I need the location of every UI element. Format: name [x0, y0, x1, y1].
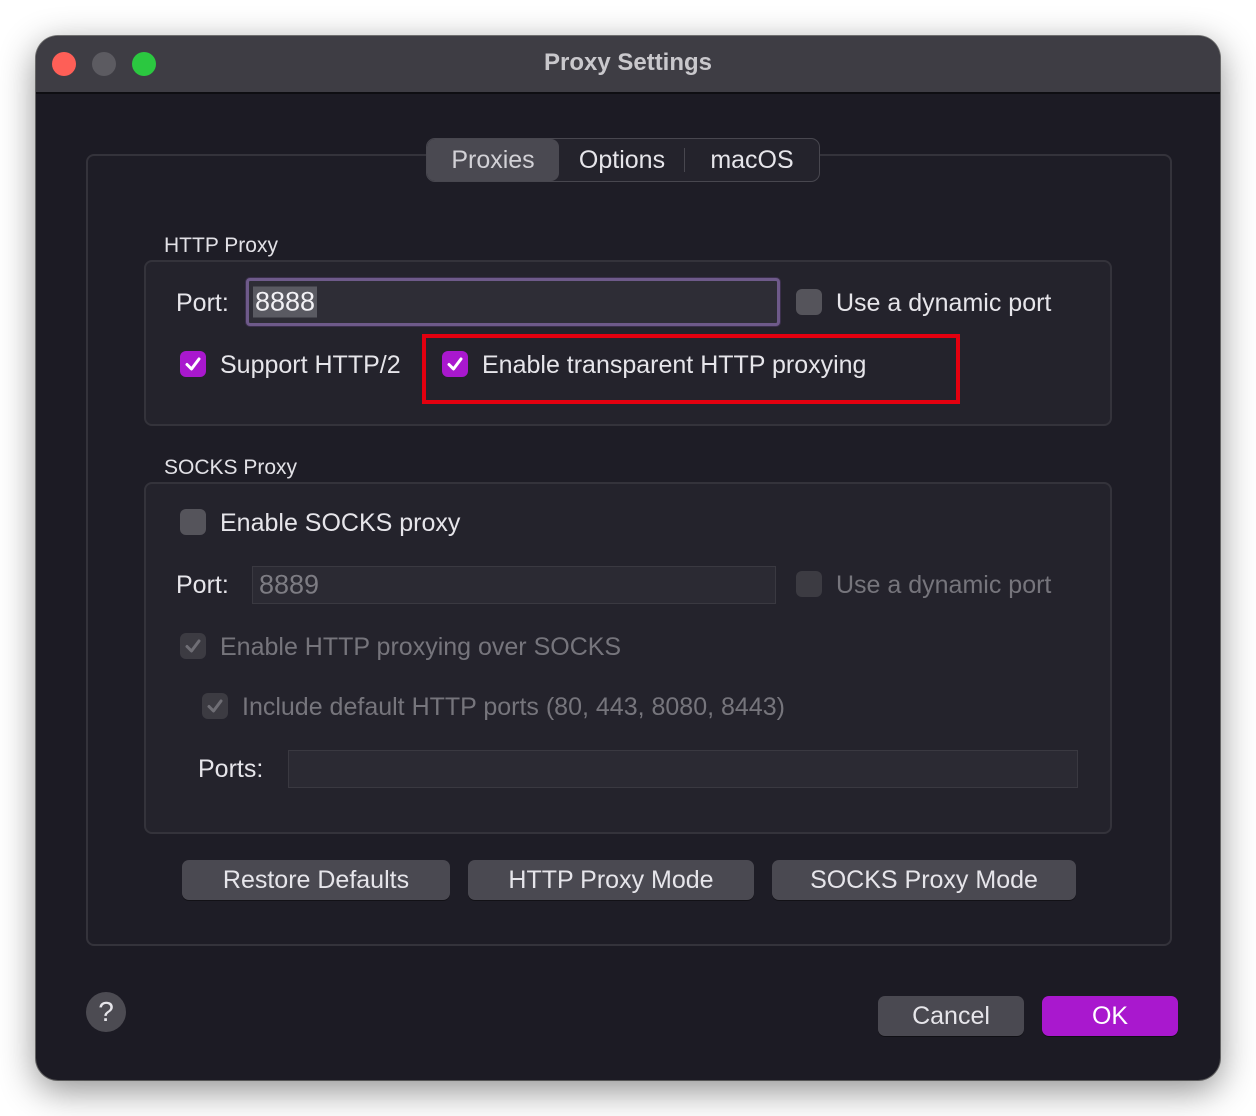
socks-port-label: Port:	[176, 571, 229, 599]
tab-macos[interactable]: macOS	[685, 139, 819, 181]
socks-dynamic-port-checkbox[interactable]	[796, 571, 822, 597]
enable-socks-checkbox[interactable]	[180, 509, 206, 535]
checkmark-icon	[185, 639, 201, 653]
ports-field[interactable]	[288, 750, 1078, 788]
http-over-socks-label: Enable HTTP proxying over SOCKS	[220, 633, 622, 661]
restore-defaults-button[interactable]: Restore Defaults	[182, 860, 450, 900]
socks-port-value: 8889	[259, 569, 320, 600]
default-ports-checkbox[interactable]	[202, 693, 228, 719]
help-button[interactable]: ?	[86, 992, 126, 1032]
http-dynamic-port-label: Use a dynamic port	[836, 289, 1052, 317]
socks-proxy-mode-button[interactable]: SOCKS Proxy Mode	[772, 860, 1076, 900]
ok-button[interactable]: OK	[1042, 996, 1178, 1036]
tab-proxies[interactable]: Proxies	[427, 139, 559, 181]
http-dynamic-port-checkbox[interactable]	[796, 289, 822, 315]
http-proxy-mode-button[interactable]: HTTP Proxy Mode	[468, 860, 754, 900]
http-port-label: Port:	[176, 289, 229, 317]
http-port-field[interactable]: 8888	[246, 278, 780, 326]
highlight-annotation-box	[422, 334, 960, 404]
socks-proxy-section-label: SOCKS Proxy	[164, 456, 298, 479]
tab-options[interactable]: Options	[559, 139, 685, 181]
enable-socks-label: Enable SOCKS proxy	[220, 509, 461, 537]
cancel-button[interactable]: Cancel	[878, 996, 1024, 1036]
support-http2-checkbox[interactable]	[180, 351, 206, 377]
default-ports-label: Include default HTTP ports (80, 443, 808…	[242, 693, 785, 721]
checkmark-icon	[207, 699, 223, 713]
http-proxy-section-label: HTTP Proxy	[164, 234, 278, 257]
ports-label: Ports:	[198, 755, 264, 783]
socks-dynamic-port-label: Use a dynamic port	[836, 571, 1052, 599]
http-port-value: 8888	[253, 286, 318, 318]
checkmark-icon	[185, 357, 201, 371]
socks-port-field[interactable]: 8889	[252, 566, 776, 604]
window-title: Proxy Settings	[543, 49, 713, 76]
tab-bar: Proxies Options macOS	[426, 138, 820, 182]
support-http2-label: Support HTTP/2	[220, 351, 401, 379]
titlebar: Proxy Settings	[36, 36, 1220, 94]
proxy-settings-window: Proxy Settings Proxies Options macOS HTT…	[36, 36, 1220, 1080]
http-over-socks-checkbox[interactable]	[180, 633, 206, 659]
